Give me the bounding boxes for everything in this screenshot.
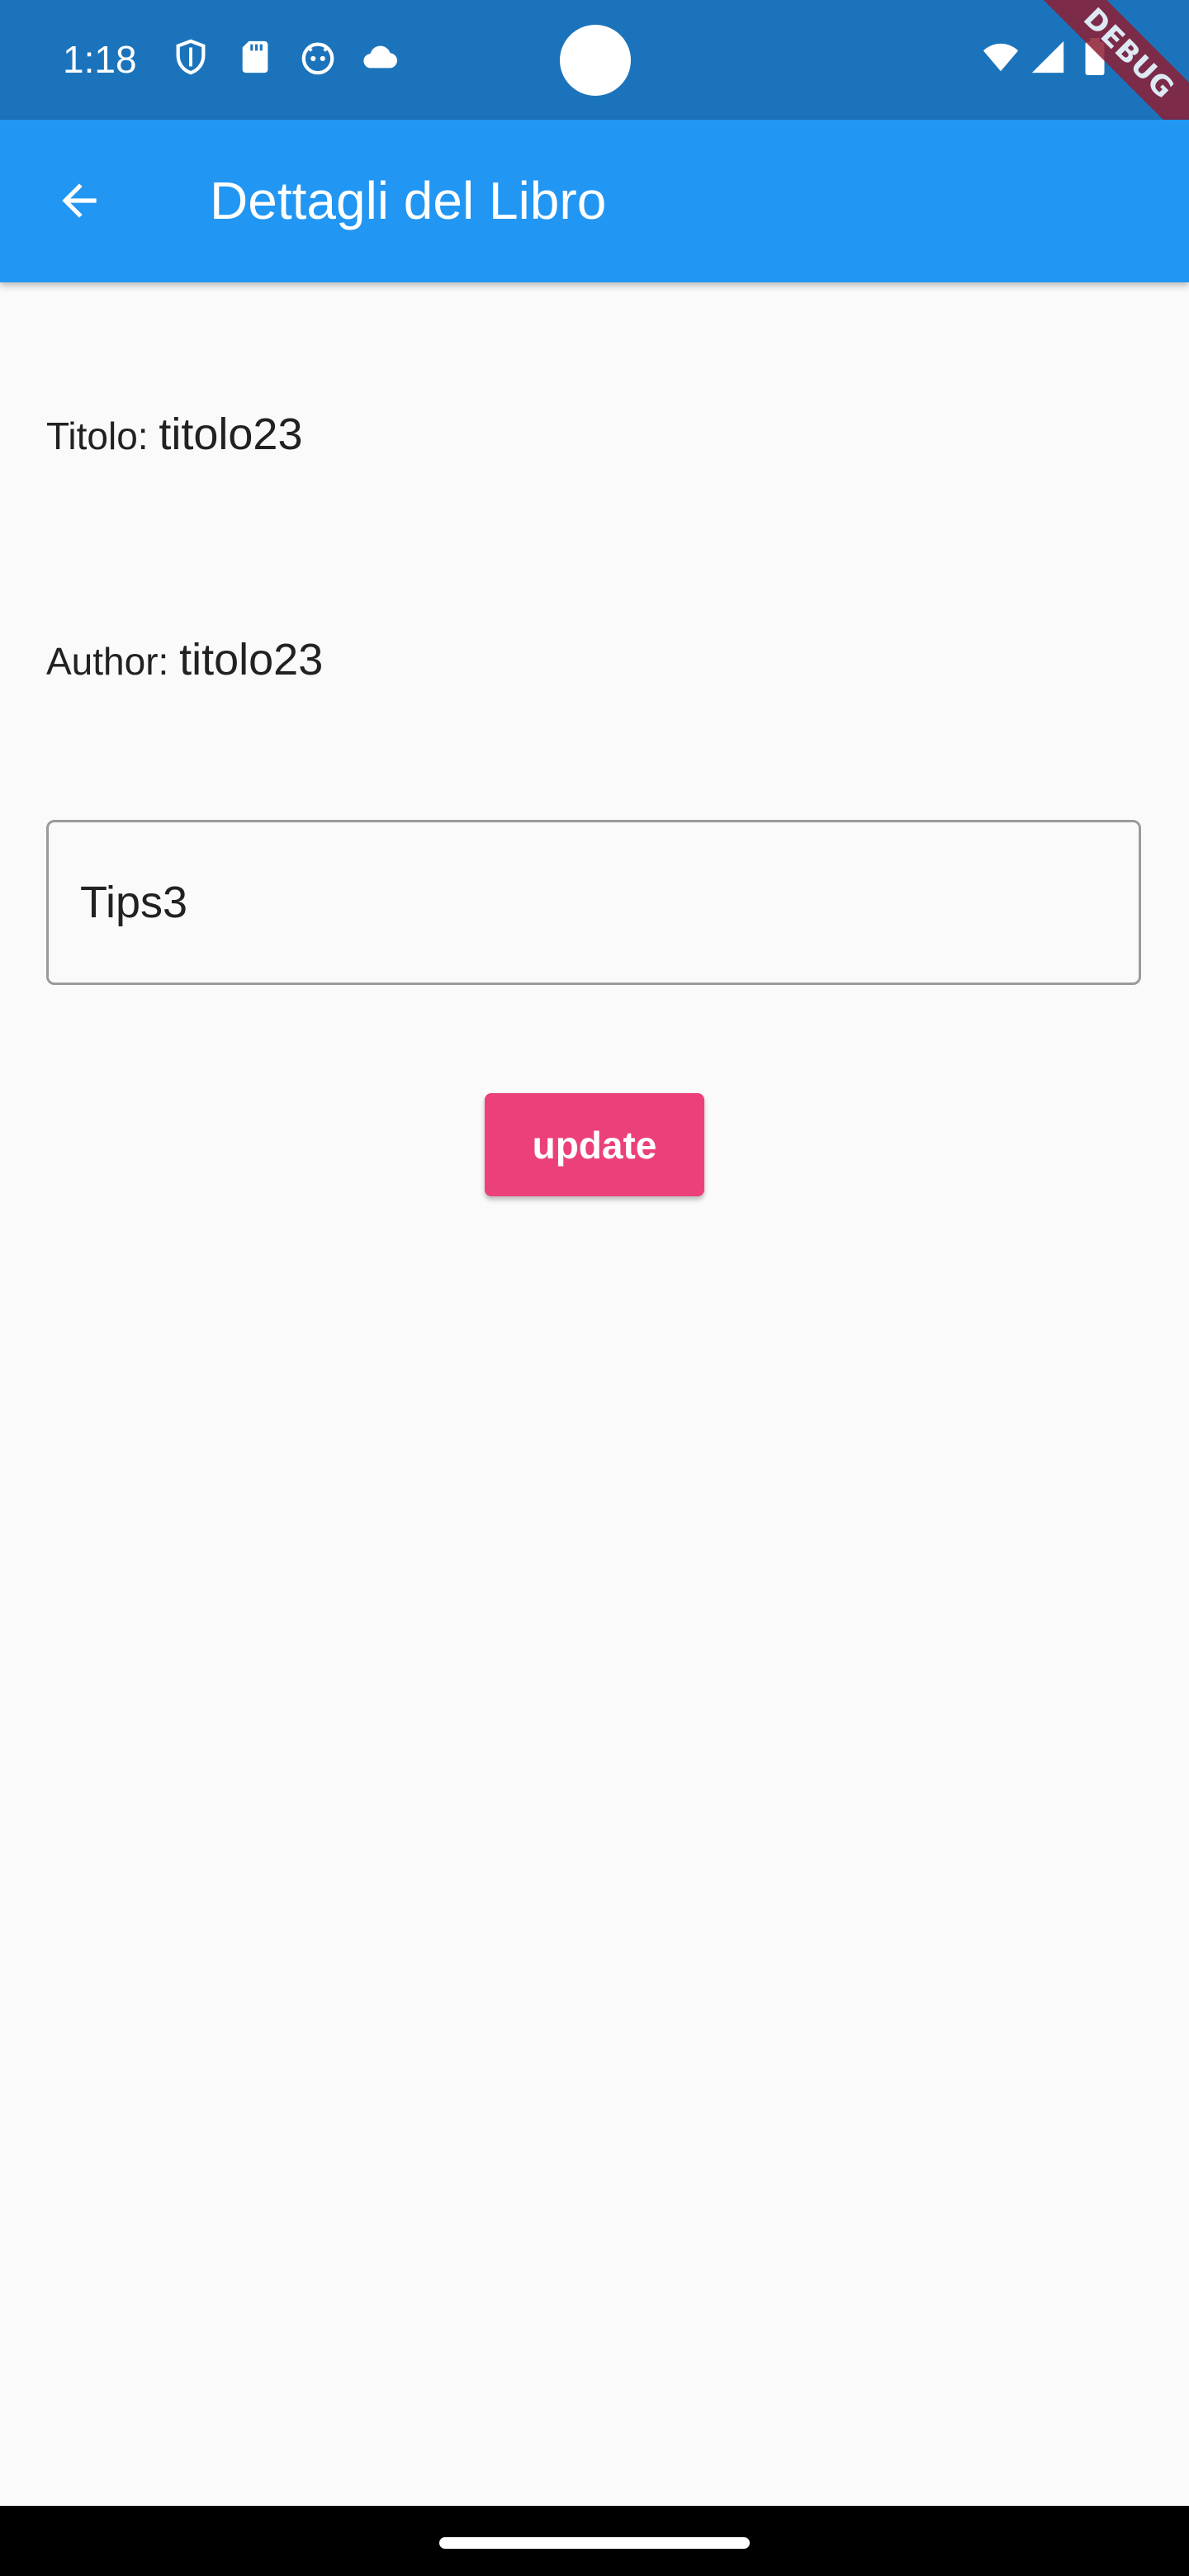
robot-face-icon <box>299 38 337 76</box>
title-label: Titolo: <box>46 414 159 457</box>
navigation-bar <box>0 2506 1189 2576</box>
page-title: Dettagli del Libro <box>210 171 607 230</box>
update-button[interactable]: update <box>485 1093 704 1196</box>
wifi-icon <box>979 38 1022 76</box>
camera-cutout <box>560 25 631 96</box>
author-row: Author: titolo23 <box>46 634 323 685</box>
tips-field <box>46 820 1141 985</box>
cellular-signal-icon <box>1029 38 1067 76</box>
book-details-screen: 1:18 DEBUG Dettagli del Libro Titolo: ti… <box>0 0 1189 2576</box>
back-button[interactable] <box>40 161 119 240</box>
title-row: Titolo: titolo23 <box>46 409 302 460</box>
cloud-icon <box>362 38 400 76</box>
app-bar: Dettagli del Libro <box>0 120 1189 282</box>
tips-input[interactable] <box>80 822 1104 983</box>
sd-card-icon <box>236 38 274 76</box>
status-bar: 1:18 DEBUG <box>0 0 1189 166</box>
author-value: titolo23 <box>179 635 324 684</box>
gesture-handle[interactable] <box>439 2537 750 2549</box>
arrow-back-icon <box>62 183 97 218</box>
status-time: 1:18 <box>63 38 137 81</box>
title-value: titolo23 <box>159 410 303 459</box>
author-label: Author: <box>46 640 180 683</box>
shield-icon <box>172 38 210 76</box>
